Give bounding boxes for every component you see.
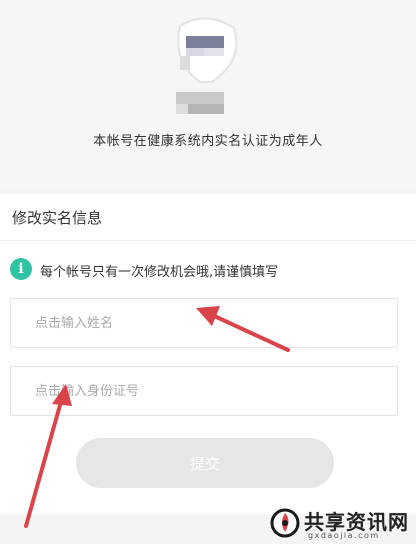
name-input[interactable] (10, 298, 398, 348)
notice-text: 每个帐号只有一次修改机会哦,请谨慎填写 (40, 265, 279, 280)
divider (0, 240, 416, 241)
info-icon: i (10, 258, 32, 280)
watermark-logo-icon (270, 508, 300, 538)
submit-button[interactable]: 提交 (76, 438, 334, 488)
watermark-url: gxdaojia.com (308, 531, 380, 540)
section-title: 修改实名信息 (12, 209, 103, 227)
verification-header: 本帐号在健康系统内实名认证为成年人 (0, 0, 416, 190)
verification-status: 本帐号在健康系统内实名认证为成年人 (93, 134, 323, 149)
id-number-input[interactable] (10, 366, 398, 416)
verified-avatar-icon (176, 17, 238, 114)
